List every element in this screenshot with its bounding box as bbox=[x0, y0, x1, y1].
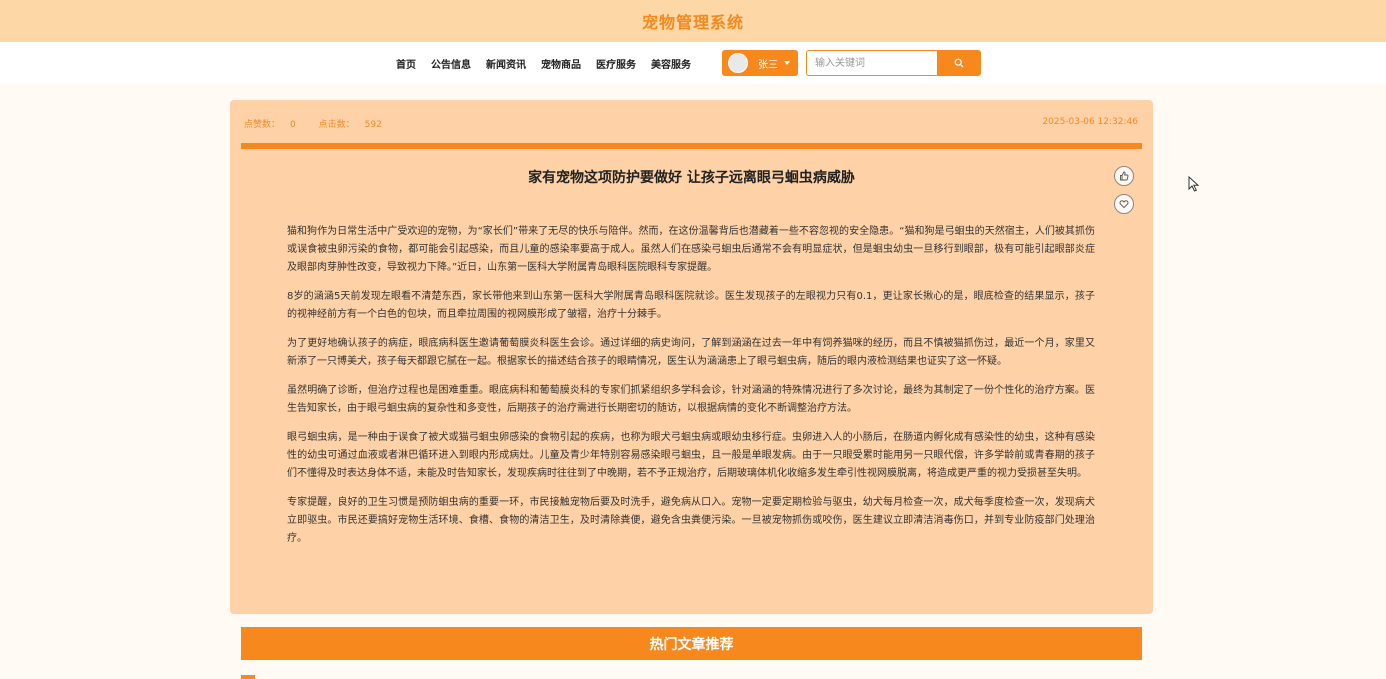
article-paragraph: 虽然明确了诊断，但治疗过程也是困难重重。眼底病科和葡萄膜炎科的专家们抓紧组织多学… bbox=[287, 384, 1095, 415]
hot-articles-header: 热门文章推荐 bbox=[241, 627, 1142, 660]
nav-item-pet-products[interactable]: 宠物商品 bbox=[541, 56, 581, 71]
hot-articles-title: 热门文章推荐 bbox=[649, 636, 734, 653]
article-card: 点赞数： 0 点击数： 592 2025-03-06 12:32:46 家有宠物这项… bbox=[230, 100, 1153, 614]
article-paragraph: 猫和狗作为日常生活中广受欢迎的宠物，为“家长们”带来了无尽的快乐与陪伴。然而，在… bbox=[287, 226, 1095, 274]
search-input[interactable] bbox=[806, 50, 937, 76]
top-header: 宠物管理系统 bbox=[0, 0, 1386, 42]
search-icon bbox=[954, 58, 964, 68]
article-body: 猫和狗作为日常生活中广受欢迎的宠物，为“家长们”带来了无尽的快乐与陪伴。然而，在… bbox=[287, 223, 1095, 559]
article-paragraph: 8岁的涵涵5天前发现左眼看不清楚东西，家长带他来到山东第一医科大学附属青岛眼科医… bbox=[287, 291, 1095, 321]
list-item-marker bbox=[241, 675, 255, 679]
click-count: 592 bbox=[364, 120, 382, 130]
user-menu-button[interactable]: 张三 bbox=[722, 50, 798, 76]
article-date: 2025-03-06 12:32:46 bbox=[1042, 117, 1138, 127]
like-count-label: 点赞数： bbox=[244, 120, 281, 130]
thumbs-up-icon bbox=[1120, 171, 1129, 181]
nav-item-grooming[interactable]: 美容服务 bbox=[651, 56, 691, 71]
nav-item-home[interactable]: 首页 bbox=[396, 56, 416, 71]
avatar bbox=[728, 53, 748, 73]
article-title: 家有宠物这项防护要做好 让孩子远离眼弓蛔虫病威胁 bbox=[528, 170, 855, 186]
article-stats: 点赞数： 0 点击数： 592 bbox=[244, 117, 402, 130]
site-title: 宠物管理系统 bbox=[641, 13, 744, 32]
nav-bar: 首页 公告信息 新闻资讯 宠物商品 医疗服务 美容服务 bbox=[0, 42, 1386, 84]
article-paragraph: 专家提醒，良好的卫生习惯是预防蛔虫病的重要一环，市民接触宠物后要及时洗手，避免病… bbox=[287, 496, 1095, 545]
article-paragraph: 为了更好地确认孩子的病症，眼底病科医生邀请葡萄膜炎科医生会诊。通过详细的病史询问… bbox=[287, 338, 1095, 368]
nav-item-news[interactable]: 新闻资讯 bbox=[486, 56, 526, 71]
nav-item-medical[interactable]: 医疗服务 bbox=[596, 56, 636, 71]
favorite-button[interactable] bbox=[1114, 194, 1134, 214]
nav-menu: 首页 公告信息 新闻资讯 宠物商品 医疗服务 美容服务 bbox=[396, 42, 706, 84]
mouse-cursor-icon bbox=[1188, 176, 1200, 192]
nav-item-announcements[interactable]: 公告信息 bbox=[431, 56, 471, 71]
user-name: 张三 bbox=[758, 59, 778, 71]
divider bbox=[241, 143, 1142, 149]
click-count-label: 点击数： bbox=[318, 120, 355, 130]
like-count: 0 bbox=[290, 120, 296, 130]
heart-icon bbox=[1119, 200, 1129, 209]
like-stat: 点赞数： 0 bbox=[244, 120, 306, 130]
click-stat: 点击数： 592 bbox=[319, 120, 392, 130]
article-paragraph: 眼弓蛔虫病，是一种由于误食了被犬或猫弓蛔虫卵感染的食物引起的疾病，也称为眼犬弓蛔… bbox=[287, 431, 1095, 480]
search-button[interactable] bbox=[937, 50, 981, 76]
chevron-down-icon bbox=[784, 61, 790, 65]
like-button[interactable] bbox=[1114, 166, 1134, 186]
